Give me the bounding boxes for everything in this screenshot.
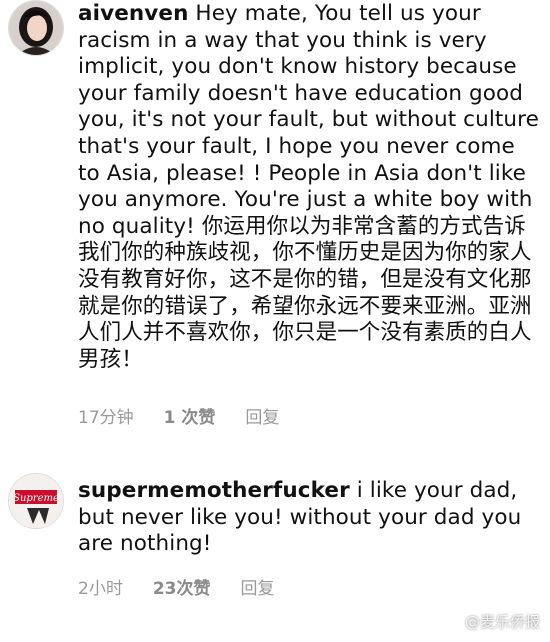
woman-portrait-avatar-icon (9, 1, 63, 55)
avatar[interactable] (8, 0, 64, 56)
comment-text: supermemotherfucker i like your dad, but… (78, 478, 540, 558)
comment-message: Hey mate, You tell us your racism in a w… (78, 1, 539, 372)
timestamp: 17分钟 (78, 408, 134, 428)
likes-count[interactable]: 1 次赞 (164, 403, 216, 428)
timestamp: 2小时 (78, 579, 123, 599)
likes-count[interactable]: 23次赞 (153, 574, 211, 599)
comment-text: aivenven Hey mate, You tell us your raci… (78, 1, 540, 373)
watermark-text: @麦乐侨报 (464, 613, 540, 631)
username[interactable]: aivenven (78, 1, 188, 26)
weibo-icon (439, 614, 458, 630)
reply-button[interactable]: 回复 (245, 403, 279, 428)
username[interactable]: supermemotherfucker (78, 478, 350, 503)
comment-meta: 17分钟 1 次赞 回复 (78, 403, 279, 428)
avatar-logo-text: Supreme (13, 493, 59, 504)
comment-meta: 2小时 23次赞 回复 (78, 574, 275, 599)
avatar[interactable]: Supreme (8, 473, 64, 529)
watermark: @麦乐侨报 (439, 611, 540, 632)
supreme-logo-avatar-icon: Supreme (9, 474, 63, 528)
reply-button[interactable]: 回复 (241, 574, 275, 599)
